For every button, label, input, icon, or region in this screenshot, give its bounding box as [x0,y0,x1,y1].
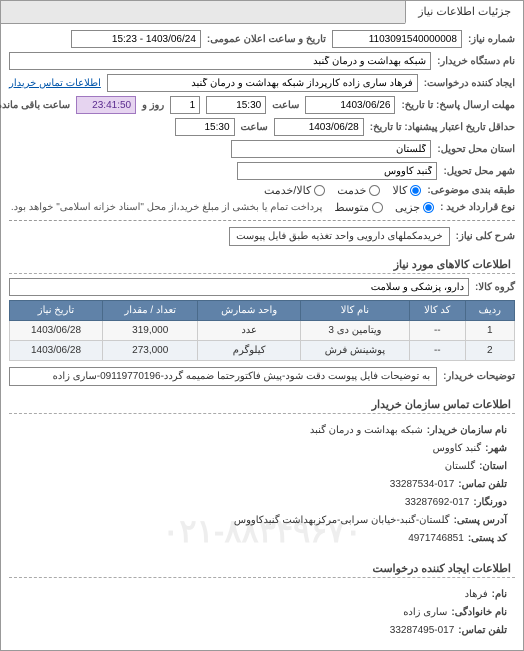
org-province: گلستان [445,458,475,476]
buyer-org-field[interactable] [9,52,431,70]
org-city: گنبد کاووس [433,440,482,458]
cell-idx: 1 [465,321,514,341]
radio-service-label: خدمت [337,184,366,197]
time-left-field [76,96,136,114]
org-fax-label: دورنگار: [473,494,507,512]
form-area: شماره نیاز: تاریخ و ساعت اعلان عمومی: نا… [1,24,523,650]
radio-mixed-label: کالا/خدمت [264,184,311,197]
city-label: شهر محل تحویل: [443,166,515,177]
req-phone-label: تلفن تماس: [458,622,507,640]
org-fax: 33287692-017 [405,494,470,512]
tab-need-details[interactable]: جزئیات اطلاعات نیاز [405,1,523,24]
requester-header: اطلاعات ایجاد کننده درخواست [9,556,515,578]
col-unit: واحد شمارش [198,301,300,321]
reply-time-field[interactable] [206,96,266,114]
need-details-panel: جزئیات اطلاعات نیاز شماره نیاز: تاریخ و … [0,0,524,651]
col-code: کد کالا [410,301,466,321]
cell-unit: کیلوگرم [198,341,300,361]
group-label: گروه کالا: [475,282,515,293]
radio-mixed[interactable]: کالا/خدمت [264,184,325,197]
col-qty: تعداد / مقدار [102,301,198,321]
time-label-1: ساعت [272,100,299,111]
reply-until-label: مهلت ارسال پاسخ: تا تاریخ: [401,100,515,111]
cell-date: 1403/06/28 [10,341,103,361]
radio-goods[interactable]: کالا [392,184,421,197]
buyer-note-label: توضیحات خریدار: [443,371,515,382]
requester-field[interactable] [107,74,418,92]
org-city-label: شهر: [485,440,507,458]
cell-name: ویتامین دی 3 [300,321,409,341]
city-field[interactable] [237,162,437,180]
class-type-label: طبقه بندی موضوعی: [427,185,515,196]
requester-label: ایجاد کننده درخواست: [424,78,515,89]
org-name: شبکه بهداشت و درمان گنبد [310,422,423,440]
org-postal-label: کد پستی: [468,530,507,548]
col-idx: ردیف [465,301,514,321]
org-name-label: نام سازمان خریدار: [427,422,507,440]
org-address-label: آدرس پستی: [454,512,507,530]
need-desc-label: شرح کلی نیاز: [456,231,515,242]
valid-until-label: حداقل تاریخ اعتبار پیشنهاد: تا تاریخ: [370,122,515,133]
announce-label: تاریخ و ساعت اعلان عمومی: [207,34,326,45]
table-row[interactable]: 1--ویتامین دی 3عدد319,0001403/06/28 [10,321,515,341]
req-fname: فرهاد [465,586,488,604]
need-number-label: شماره نیاز: [468,34,515,45]
radio-medium-label: متوسط [334,201,369,214]
items-section-header: اطلاعات کالاهای مورد نیاز [9,252,515,274]
days-left-field [170,96,200,114]
radio-goods-label: کالا [392,184,407,197]
req-phone: 33287495-017 [390,622,455,640]
radio-minor-label: جزیی [395,201,420,214]
reply-date-field[interactable] [305,96,395,114]
contract-type-label: نوع قرارداد خرید : [440,202,515,213]
cell-code: -- [410,321,466,341]
buyer-note-text: به توضیحات فایل پیوست دقت شود-پیش فاکتور… [9,367,437,386]
group-field[interactable] [9,278,469,296]
cell-code: -- [410,341,466,361]
province-label: استان محل تحویل: [437,144,515,155]
org-info-block: نام سازمان خریدار:شبکه بهداشت و درمان گن… [9,418,515,552]
items-table: ردیف کد کالا نام کالا واحد شمارش تعداد /… [9,300,515,361]
req-fname-label: نام: [492,586,507,604]
org-address: گلستان-گنبد-خیابان سرابی-مرکزبهداشت گنبد… [234,512,450,530]
cell-idx: 2 [465,341,514,361]
contract-type-group: جزیی متوسط پرداخت تمام یا بخشی از مبلغ خ… [11,201,434,214]
buyer-org-label: نام دستگاه خریدار: [437,56,515,67]
col-name: نام کالا [300,301,409,321]
req-lname: ساری زاده [403,604,447,622]
org-phone: 33287534-017 [390,476,455,494]
table-row[interactable]: 2--پوشینش فرشکیلوگرم273,0001403/06/28 [10,341,515,361]
cell-unit: عدد [198,321,300,341]
org-province-label: استان: [479,458,507,476]
treasury-note: پرداخت تمام یا بخشی از مبلغ خرید،از محل … [11,202,323,213]
class-type-group: کالا خدمت کالا/خدمت [264,184,421,197]
org-postal: 4971746851 [408,530,464,548]
buyer-contact-link[interactable]: اطلاعات تماس خریدار [9,78,101,89]
req-lname-label: نام خانوادگی: [451,604,507,622]
cell-name: پوشینش فرش [300,341,409,361]
org-phone-label: تلفن تماس: [458,476,507,494]
cell-qty: 273,000 [102,341,198,361]
radio-service[interactable]: خدمت [337,184,380,197]
radio-medium[interactable]: متوسط [334,201,383,214]
radio-minor[interactable]: جزیی [395,201,434,214]
need-desc-field: خریدمکملهای دارویی واحد تغذیه طبق فایل پ… [229,227,450,246]
cell-qty: 319,000 [102,321,198,341]
province-field[interactable] [231,140,431,158]
contacts-header: اطلاعات تماس سازمان خریدار [9,392,515,414]
days-label: روز و [142,100,164,111]
need-number-field[interactable] [332,30,462,48]
col-date: تاریخ نیاز [10,301,103,321]
tab-bar: جزئیات اطلاعات نیاز [1,1,523,24]
cell-date: 1403/06/28 [10,321,103,341]
valid-date-field[interactable] [274,118,364,136]
valid-time-field[interactable] [175,118,235,136]
remaining-label: ساعت باقی مانده [0,100,70,111]
time-label-2: ساعت [241,122,268,133]
requester-info-block: نام: فرهاد نام خانوادگی:ساری زاده تلفن تم… [9,582,515,644]
announce-field[interactable] [71,30,201,48]
